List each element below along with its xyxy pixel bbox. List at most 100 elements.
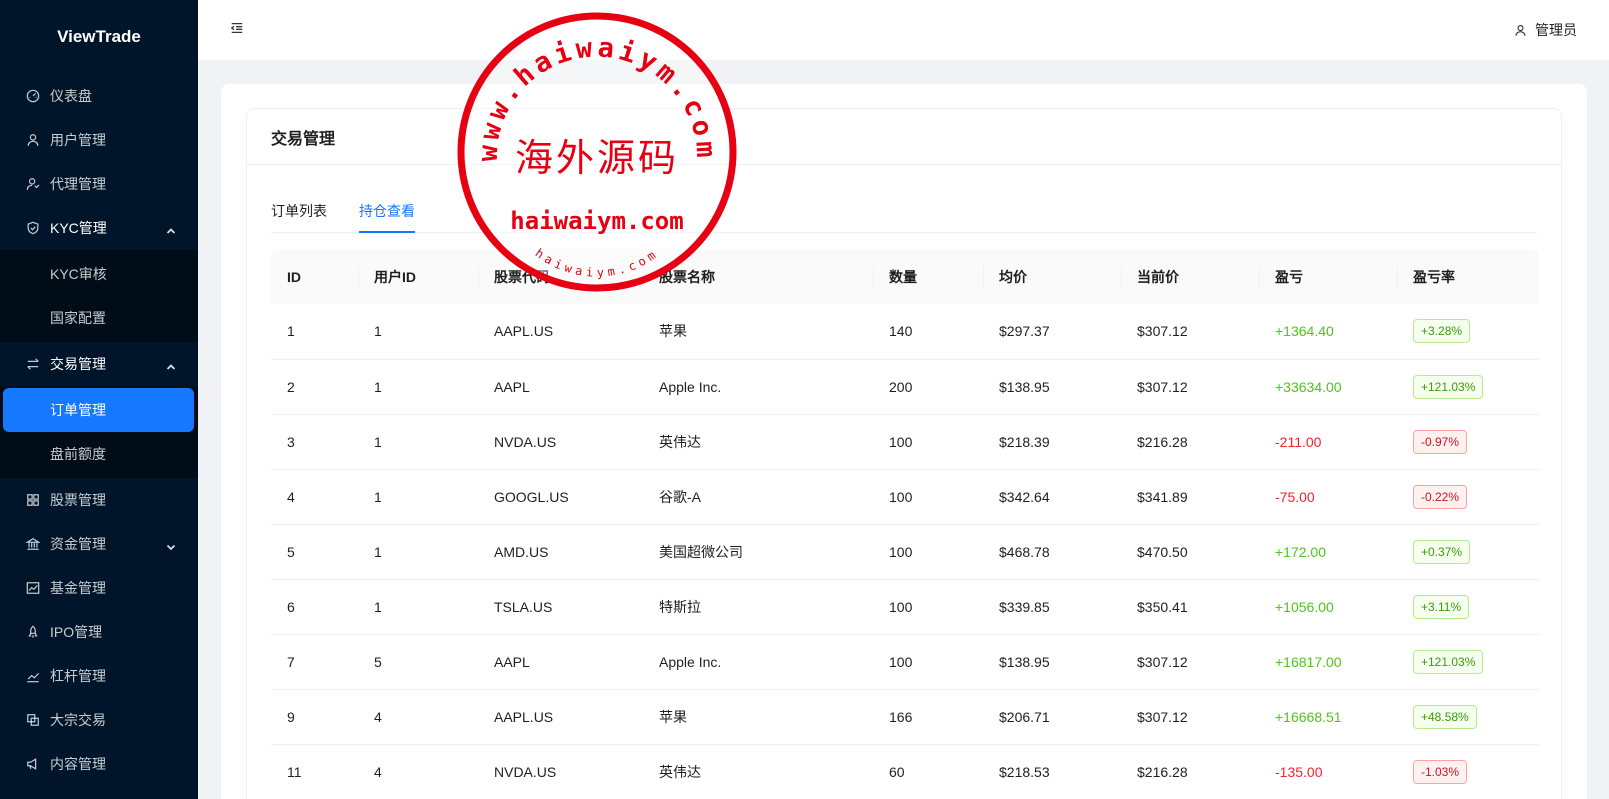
cell-pnl-rate: +0.37% [1397,524,1539,580]
cell-stock-name: 谷歌-A [643,469,873,525]
main-content: 交易管理 订单列表 持仓查看 ID 用户ID 股票代码 股票名称 数量 均价 当… [221,84,1587,799]
pnl-rate-tag: -0.22% [1413,484,1468,509]
cell-current-price: $350.41 [1121,579,1259,635]
sidebar-item-dashboard[interactable]: 仪表盘 [0,74,198,118]
sidebar-item-block-trade[interactable]: 大宗交易 [0,698,198,742]
column-header-pnl[interactable]: 盈亏 [1259,249,1397,304]
cell-current-price: $216.28 [1121,744,1259,799]
cell-avg-price: $138.95 [983,634,1121,690]
cell-pnl: +172.00 [1259,524,1397,580]
cell-current-price: $341.89 [1121,469,1259,525]
cell-pnl: +16668.51 [1259,689,1397,745]
cell-id: 11 [271,744,358,799]
sidebar-item-content[interactable]: 内容管理 [0,742,198,786]
cell-id: 6 [271,579,358,635]
sidebar-item-trading[interactable]: 交易管理 [0,342,198,386]
sidebar-item-funds-capital[interactable]: 资金管理 [0,522,198,566]
sidebar-item-fund[interactable]: 基金管理 [0,566,198,610]
sidebar-item-label: 订单管理 [50,402,106,418]
sidebar-item-ipo[interactable]: IPO管理 [0,610,198,654]
fund-chart-icon [26,581,40,595]
cell-current-price: $307.12 [1121,634,1259,690]
table-row[interactable]: 9 4 AAPL.US 苹果 166 $206.71 $307.12 +16668.51 +48… [271,689,1539,745]
menu-fold-icon[interactable] [230,21,244,40]
column-header-quantity[interactable]: 数量 [873,249,983,304]
user-menu[interactable]: 管理员 [1514,20,1577,40]
column-header-avg-price[interactable]: 均价 [983,249,1121,304]
cell-pnl-rate: +3.28% [1397,304,1539,360]
sidebar-item-leverage[interactable]: 杠杆管理 [0,654,198,698]
cell-current-price: $216.28 [1121,414,1259,470]
cell-avg-price: $206.71 [983,689,1121,745]
pnl-rate-tag: +48.58% [1413,704,1477,729]
cell-pnl-rate: +121.03% [1397,359,1539,415]
sidebar-item-users[interactable]: 用户管理 [0,118,198,162]
cell-pnl-rate: -0.97% [1397,414,1539,470]
column-header-current-price[interactable]: 当前价 [1121,249,1259,304]
cell-id: 7 [271,634,358,690]
sidebar-item-label: 用户管理 [50,132,106,148]
cell-stock-name: Apple Inc. [643,634,873,690]
sidebar-item-label: IPO管理 [50,624,103,640]
column-header-pnl-rate[interactable]: 盈亏率 [1397,249,1539,304]
table-body: 1 1 AAPL.US 苹果 140 $297.37 $307.12 +1364.40 +3.2… [271,304,1539,799]
cell-quantity: 200 [873,359,983,415]
cell-stock-code: NVDA.US [478,744,643,799]
table-row[interactable]: 5 1 AMD.US 美国超微公司 100 $468.78 $470.50 +172.00 +0… [271,524,1539,580]
sidebar-item-kyc-review[interactable]: KYC审核 [0,252,198,296]
cell-pnl: +1364.40 [1259,304,1397,360]
table-row[interactable]: 1 1 AAPL.US 苹果 140 $297.37 $307.12 +1364.40 +3.2… [271,304,1539,360]
tab-order-list[interactable]: 订单列表 [271,189,327,232]
agent-icon [26,177,40,191]
app-logo[interactable]: ViewTrade [0,0,198,74]
grid-icon [26,493,40,507]
sidebar-item-kyc[interactable]: KYC管理 [0,206,198,250]
sidebar-item-label: 代理管理 [50,176,106,192]
column-header-stock-name[interactable]: 股票名称 [643,249,873,304]
column-header-id[interactable]: ID [271,249,358,304]
cell-id: 3 [271,414,358,470]
cell-pnl: +33634.00 [1259,359,1397,415]
sidebar-item-agents[interactable]: 代理管理 [0,162,198,206]
cell-id: 5 [271,524,358,580]
cell-stock-code: AAPL [478,634,643,690]
cell-avg-price: $138.95 [983,359,1121,415]
rocket-icon [26,625,40,639]
cell-avg-price: $218.53 [983,744,1121,799]
user-icon [26,133,40,147]
cell-pnl: +16817.00 [1259,634,1397,690]
cell-user-id: 1 [358,469,478,525]
sidebar-item-country-config[interactable]: 国家配置 [0,296,198,340]
sidebar-item-label: 仪表盘 [50,88,92,104]
trading-submenu: 订单管理 盘前额度 [0,386,198,478]
cell-stock-code: GOOGL.US [478,469,643,525]
cell-user-id: 1 [358,304,478,360]
sidebar-item-premarket-quota[interactable]: 盘前额度 [0,432,198,476]
shield-icon [26,221,40,235]
cell-quantity: 100 [873,634,983,690]
line-chart-icon [26,669,40,683]
trade-management-card: 交易管理 订单列表 持仓查看 ID 用户ID 股票代码 股票名称 数量 均价 当… [246,108,1562,799]
tab-positions[interactable]: 持仓查看 [359,189,415,233]
table-row[interactable]: 2 1 AAPL Apple Inc. 200 $138.95 $307.12 +33634.… [271,359,1539,415]
dashboard-icon [26,89,40,103]
cell-stock-name: 苹果 [643,689,873,745]
megaphone-icon [26,757,40,771]
cell-pnl: -211.00 [1259,414,1397,470]
chevron-up-icon [166,359,176,370]
table-row[interactable]: 4 1 GOOGL.US 谷歌-A 100 $342.64 $341.89 -75.00 -0.… [271,469,1539,525]
table-row[interactable]: 6 1 TSLA.US 特斯拉 100 $339.85 $350.41 +1056.00 +3.… [271,579,1539,635]
table-row[interactable]: 3 1 NVDA.US 英伟达 100 $218.39 $216.28 -211.00 -0.9… [271,414,1539,470]
sidebar-item-stocks[interactable]: 股票管理 [0,478,198,522]
sidebar: ViewTrade 仪表盘 用户管理 代理管理 KYC管理 KYC审核 国家配置 [0,0,198,799]
cell-avg-price: $297.37 [983,304,1121,360]
pnl-rate-tag: +3.11% [1413,594,1470,619]
cell-quantity: 100 [873,524,983,580]
table-row[interactable]: 7 5 AAPL Apple Inc. 100 $138.95 $307.12 +16817.… [271,634,1539,690]
column-header-user-id[interactable]: 用户ID [358,249,478,304]
column-header-stock-code[interactable]: 股票代码 [478,249,643,304]
sidebar-item-order-management[interactable]: 订单管理 [3,388,194,432]
cell-avg-price: $342.64 [983,469,1121,525]
table-row[interactable]: 11 4 NVDA.US 英伟达 60 $218.53 $216.28 -135.00 -1.0… [271,744,1539,799]
card-title: 交易管理 [247,109,1561,165]
